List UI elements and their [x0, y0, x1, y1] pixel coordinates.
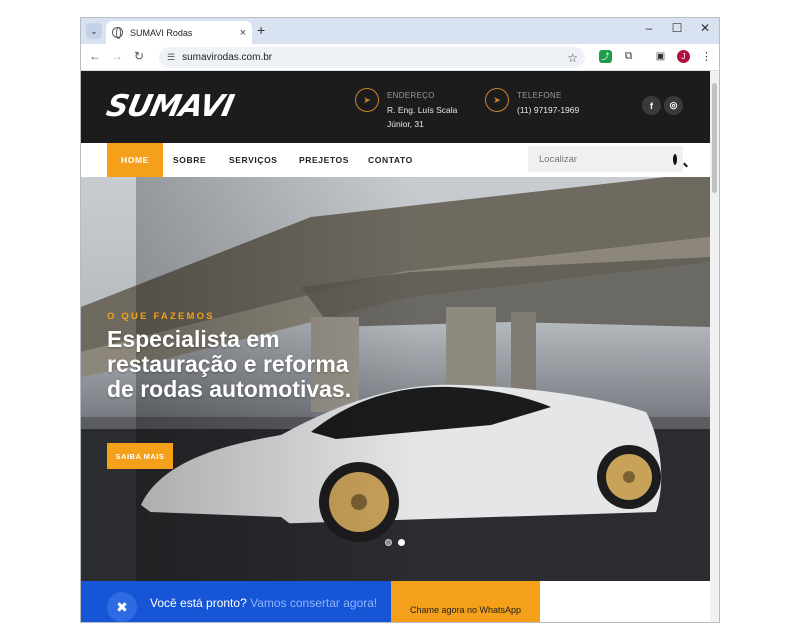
url-text[interactable]: sumavirodas.com.br: [182, 52, 567, 63]
address-line-2: Júnior, 31: [387, 119, 424, 129]
slider-dot-2[interactable]: [398, 539, 405, 546]
slider-dot-1[interactable]: [385, 539, 392, 546]
side-panel-icon[interactable]: ▣: [654, 50, 667, 63]
address-line-1: R. Eng. Luís Scala: [387, 105, 458, 115]
close-window-button[interactable]: ✕: [692, 21, 718, 35]
phone-arrow-icon: ➤: [485, 88, 509, 112]
nav-prejetos[interactable]: PREJETOS: [299, 143, 349, 177]
sumavi-logo[interactable]: SUMAVI: [103, 89, 236, 124]
maximize-button[interactable]: ☐: [664, 21, 690, 35]
browser-tab[interactable]: SUMAVI Rodas ×: [106, 21, 252, 44]
site-search: [528, 146, 683, 172]
cta-text: Você está pronto? Vamos consertar agora!: [150, 595, 380, 611]
cta-message-box: ✖ Você está pronto? Vamos consertar agor…: [81, 581, 391, 622]
saiba-mais-button[interactable]: SAIBA MAIS: [107, 443, 173, 469]
profile-avatar[interactable]: J: [677, 50, 690, 63]
instagram-icon[interactable]: ◎: [664, 96, 683, 115]
location-arrow-icon: ➤: [355, 88, 379, 112]
phone-value: (11) 97197-1969: [517, 105, 580, 115]
reload-icon[interactable]: ↻: [131, 49, 147, 63]
tools-icon: ✖: [107, 592, 137, 622]
back-icon[interactable]: ←: [87, 49, 103, 63]
bookmark-star-icon[interactable]: ☆: [567, 51, 578, 65]
globe-icon: [112, 27, 123, 39]
hero-banner: O QUE FAZEMOS Especialista em restauraçã…: [81, 177, 710, 581]
tab-close-icon[interactable]: ×: [240, 27, 246, 39]
whatsapp-button[interactable]: Chame agora no WhatsApp: [391, 581, 540, 622]
forward-icon[interactable]: →: [109, 49, 125, 63]
site-header: SUMAVI ➤ ENDEREÇO R. Eng. Luís Scala Jún…: [81, 71, 710, 143]
search-icon[interactable]: [673, 153, 677, 165]
new-tab-button[interactable]: +: [257, 22, 265, 38]
main-navigation: HOME SOBRE SERVIÇOS PREJETOS CONTATO: [81, 143, 710, 177]
facebook-icon[interactable]: f: [642, 96, 661, 115]
search-input[interactable]: [537, 152, 673, 166]
web-page: SUMAVI ➤ ENDEREÇO R. Eng. Luís Scala Jún…: [81, 71, 710, 622]
scrollbar-thumb[interactable]: [712, 83, 717, 193]
address-bar[interactable]: ☰ sumavirodas.com.br ☆: [159, 47, 585, 68]
phone-label: TELEFONE: [517, 91, 562, 100]
cta-main-text: Você está pronto?: [150, 596, 247, 610]
cta-bar: ✖ Você está pronto? Vamos consertar agor…: [81, 581, 710, 622]
hero-title: Especialista em restauração e reforma de…: [107, 326, 352, 402]
browser-menu-icon[interactable]: ⋮: [700, 50, 713, 63]
address-value: R. Eng. Luís Scala Júnior, 31: [387, 103, 457, 131]
extensions-puzzle-icon[interactable]: ⧉: [622, 50, 635, 63]
extension-green-icon[interactable]: ⤴: [599, 50, 612, 63]
tab-title: SUMAVI Rodas: [130, 27, 193, 38]
hero-eyebrow: O QUE FAZEMOS: [107, 311, 215, 322]
nav-contato[interactable]: CONTATO: [368, 143, 413, 177]
nav-home[interactable]: HOME: [107, 143, 163, 177]
browser-window: ⌄ SUMAVI Rodas × + – ☐ ✕ ← → ↻ ☰ sumavir…: [80, 17, 720, 623]
tab-strip: ⌄ SUMAVI Rodas × + – ☐ ✕: [81, 18, 719, 44]
tab-search-button[interactable]: ⌄: [86, 23, 102, 39]
nav-servicos[interactable]: SERVIÇOS: [229, 143, 278, 177]
address-label: ENDEREÇO: [387, 91, 435, 100]
nav-sobre[interactable]: SOBRE: [173, 143, 206, 177]
page-scrollbar[interactable]: [710, 71, 719, 622]
cta-highlight-text: Vamos consertar agora!: [250, 596, 378, 610]
site-info-icon[interactable]: ☰: [167, 52, 175, 63]
browser-toolbar: ← → ↻ ☰ sumavirodas.com.br ☆ ⤴ ⧉ ▣ J ⋮: [81, 44, 719, 71]
minimize-button[interactable]: –: [636, 21, 662, 35]
